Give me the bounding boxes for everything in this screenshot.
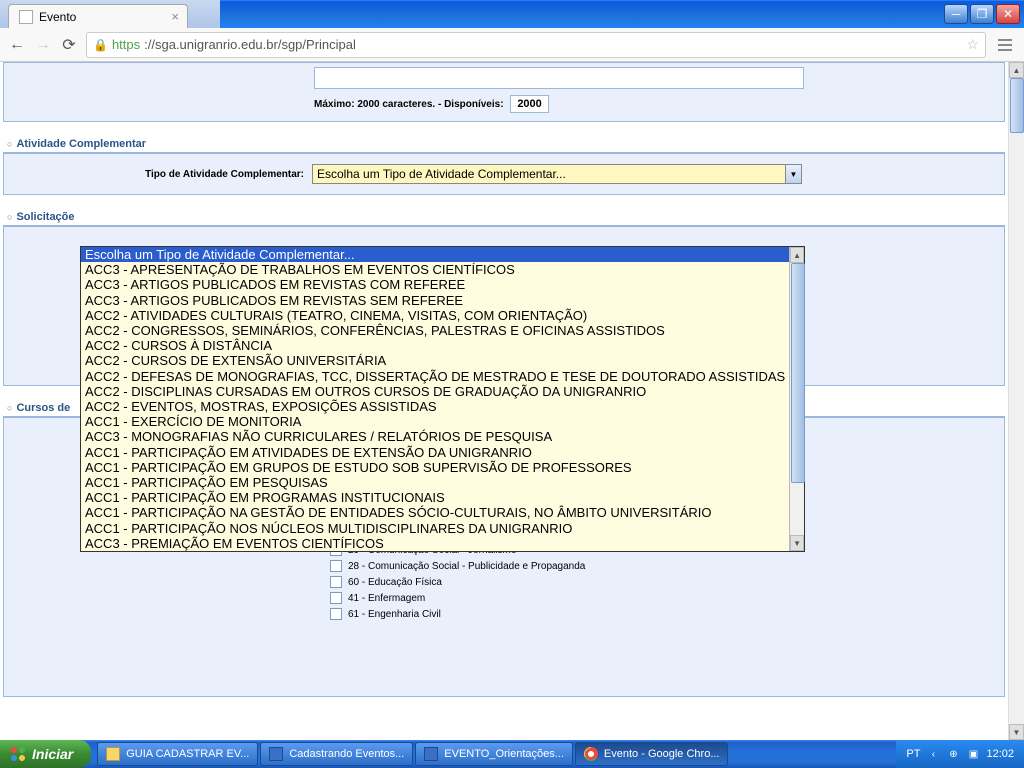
dropdown-option[interactable]: ACC1 - PARTICIPAÇÃO EM PESQUISAS: [81, 475, 789, 490]
system-tray: PT ‹ ⊕ ▣ 12:02: [896, 740, 1024, 768]
browser-tab[interactable]: Evento ×: [8, 4, 188, 28]
dropdown-option[interactable]: ACC1 - PARTICIPAÇÃO NA GESTÃO DE ENTIDAD…: [81, 505, 789, 520]
page-scrollbar-thumb[interactable]: [1010, 78, 1024, 133]
clock[interactable]: 12:02: [986, 748, 1014, 760]
tipo-atividade-dropdown[interactable]: Escolha um Tipo de Atividade Complementa…: [80, 246, 805, 552]
tray-arrow-icon[interactable]: ‹: [926, 747, 940, 761]
page-content: Máximo: 2000 caracteres. - Disponíveis: …: [0, 62, 1024, 740]
course-label: 60 - Educação Física: [348, 577, 442, 588]
address-bar[interactable]: 🔒 https ://sga.unigranrio.edu.br/sgp/Prin…: [86, 32, 986, 58]
taskbar-item[interactable]: Evento - Google Chro...: [575, 742, 729, 766]
chrome-tab-strip: Evento ×: [0, 0, 220, 28]
checkbox[interactable]: [330, 592, 342, 604]
tray-network-icon[interactable]: ⊕: [946, 747, 960, 761]
page-icon: [19, 10, 33, 24]
language-indicator[interactable]: PT: [906, 748, 920, 760]
dropdown-option[interactable]: ACC1 - EXERCÍCIO DE MONITORIA: [81, 414, 789, 429]
course-checkbox-row[interactable]: 61 - Engenharia Civil: [330, 606, 996, 622]
course-label: 61 - Engenharia Civil: [348, 609, 441, 620]
start-button[interactable]: Iniciar: [0, 740, 91, 768]
scroll-down-icon[interactable]: ▼: [790, 535, 804, 551]
atividade-form: Tipo de Atividade Complementar: Escolha …: [3, 153, 1005, 195]
tray-volume-icon[interactable]: ▣: [966, 747, 980, 761]
dropdown-option[interactable]: Escolha um Tipo de Atividade Complementa…: [81, 247, 789, 262]
page-scroll-down-icon[interactable]: ▼: [1009, 724, 1024, 740]
reload-button[interactable]: ⟳: [60, 36, 78, 54]
taskbar-item-icon: [269, 747, 283, 761]
course-checkbox-row[interactable]: 28 - Comunicação Social - Publicidade e …: [330, 558, 996, 574]
char-limit-label: Máximo: 2000 caracteres. - Disponíveis: …: [314, 95, 1004, 113]
tab-close-icon[interactable]: ×: [171, 9, 179, 24]
dropdown-option[interactable]: ACC2 - DISCIPLINAS CURSADAS EM OUTROS CU…: [81, 384, 789, 399]
taskbar-items: GUIA CADASTRAR EV... Cadastrando Eventos.…: [97, 742, 896, 766]
dropdown-option[interactable]: ACC3 - MONOGRAFIAS NÃO CURRICULARES / RE…: [81, 429, 789, 444]
dropdown-option[interactable]: ACC2 - DEFESAS DE MONOGRAFIAS, TCC, DISS…: [81, 369, 789, 384]
taskbar-item-icon: [106, 747, 120, 761]
tab-title: Evento: [39, 10, 76, 24]
checkbox[interactable]: [330, 608, 342, 620]
page-scrollbar[interactable]: ▲ ▼: [1008, 62, 1024, 740]
windows-logo-icon: [10, 746, 26, 762]
dropdown-option[interactable]: ACC2 - CURSOS DE EXTENSÃO UNIVERSITÁRIA: [81, 353, 789, 368]
dropdown-option[interactable]: ACC2 - CURSOS À DISTÂNCIA: [81, 338, 789, 353]
url-scheme: https: [112, 37, 140, 52]
scroll-up-icon[interactable]: ▲: [790, 247, 804, 263]
course-label: 28 - Comunicação Social - Publicidade e …: [348, 561, 585, 572]
bookmark-star-icon[interactable]: ☆: [966, 36, 979, 53]
dropdown-option[interactable]: ACC2 - EVENTOS, MOSTRAS, EXPOSIÇÕES ASSI…: [81, 399, 789, 414]
browser-toolbar: ← → ⟳ 🔒 https ://sga.unigranrio.edu.br/sg…: [0, 28, 1024, 62]
taskbar-item[interactable]: Cadastrando Eventos...: [260, 742, 413, 766]
dropdown-option[interactable]: ACC1 - PARTICIPAÇÃO EM ATIVIDADES DE EXT…: [81, 445, 789, 460]
taskbar-item-label: GUIA CADASTRAR EV...: [126, 748, 249, 760]
back-button[interactable]: ←: [8, 36, 26, 54]
dropdown-option[interactable]: ACC2 - CONGRESSOS, SEMINÁRIOS, CONFERÊNC…: [81, 323, 789, 338]
checkbox[interactable]: [330, 560, 342, 572]
tipo-atividade-label: Tipo de Atividade Complementar:: [12, 169, 312, 180]
taskbar-item-icon: [584, 747, 598, 761]
dropdown-option[interactable]: ACC1 - PARTICIPAÇÃO EM GRUPOS DE ESTUDO …: [81, 460, 789, 475]
taskbar-item[interactable]: GUIA CADASTRAR EV...: [97, 742, 258, 766]
char-count-box: 2000: [510, 95, 548, 113]
windows-taskbar: Iniciar GUIA CADASTRAR EV... Cadastrando …: [0, 740, 1024, 768]
dropdown-option[interactable]: ACC1 - PARTICIPAÇÃO NOS NÚCLEOS MULTIDIS…: [81, 521, 789, 536]
course-label: 41 - Enfermagem: [348, 593, 425, 604]
dropdown-option[interactable]: ACC3 - ARTIGOS PUBLICADOS EM REVISTAS CO…: [81, 277, 789, 292]
scrollbar-thumb[interactable]: [791, 263, 805, 483]
chrome-menu-button[interactable]: [994, 39, 1016, 51]
checkbox[interactable]: [330, 576, 342, 588]
tipo-atividade-select[interactable]: Escolha um Tipo de Atividade Complementa…: [312, 164, 802, 184]
taskbar-item-label: Evento - Google Chro...: [604, 748, 720, 760]
dropdown-option[interactable]: ACC3 - PREMIAÇÃO EM EVENTOS CIENTÍFICOS: [81, 536, 789, 551]
dropdown-scrollbar[interactable]: ▲ ▼: [789, 247, 804, 551]
textarea-section: Máximo: 2000 caracteres. - Disponíveis: …: [3, 62, 1005, 122]
forward-button[interactable]: →: [34, 36, 52, 54]
url-rest: ://sga.unigranrio.edu.br/sgp/Principal: [144, 37, 356, 52]
close-button[interactable]: ✕: [996, 4, 1020, 24]
select-arrow-icon: ▼: [785, 165, 801, 183]
course-checkbox-row[interactable]: 60 - Educação Física: [330, 574, 996, 590]
minimize-button[interactable]: ─: [944, 4, 968, 24]
taskbar-item-label: EVENTO_Orientações...: [444, 748, 564, 760]
description-textarea[interactable]: [314, 67, 804, 89]
dropdown-option[interactable]: ACC2 - ATIVIDADES CULTURAIS (TEATRO, CIN…: [81, 308, 789, 323]
page-scroll-up-icon[interactable]: ▲: [1009, 62, 1024, 78]
taskbar-item[interactable]: EVENTO_Orientações...: [415, 742, 573, 766]
section-atividade-complementar: Atividade Complementar: [3, 122, 1005, 153]
dropdown-option[interactable]: ACC3 - ARTIGOS PUBLICADOS EM REVISTAS SE…: [81, 293, 789, 308]
taskbar-item-label: Cadastrando Eventos...: [289, 748, 404, 760]
maximize-button[interactable]: ❐: [970, 4, 994, 24]
lock-icon: 🔒: [93, 38, 108, 52]
dropdown-option[interactable]: ACC1 - PARTICIPAÇÃO EM PROGRAMAS INSTITU…: [81, 490, 789, 505]
taskbar-item-icon: [424, 747, 438, 761]
section-solicitacoes: Solicitaçõe: [3, 195, 1005, 226]
course-checkbox-row[interactable]: 41 - Enfermagem: [330, 590, 996, 606]
dropdown-option[interactable]: ACC3 - APRESENTAÇÃO DE TRABALHOS EM EVEN…: [81, 262, 789, 277]
